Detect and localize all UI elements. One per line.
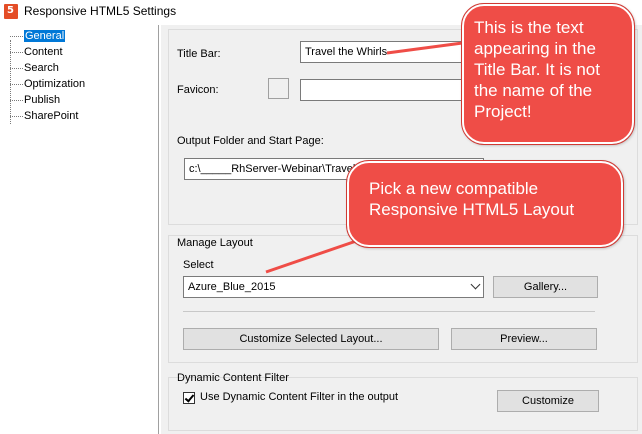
title-bar-callout: This is the text appearing in the Title … (461, 3, 635, 145)
layout-callout-text: Pick a new compatible Responsive HTML5 L… (369, 179, 575, 219)
title-bar-pointer (386, 40, 471, 55)
title-bar-callout-text: This is the text appearing in the Title … (474, 18, 600, 121)
layout-pointer (265, 236, 366, 274)
layout-callout: Pick a new compatible Responsive HTML5 L… (346, 160, 624, 248)
